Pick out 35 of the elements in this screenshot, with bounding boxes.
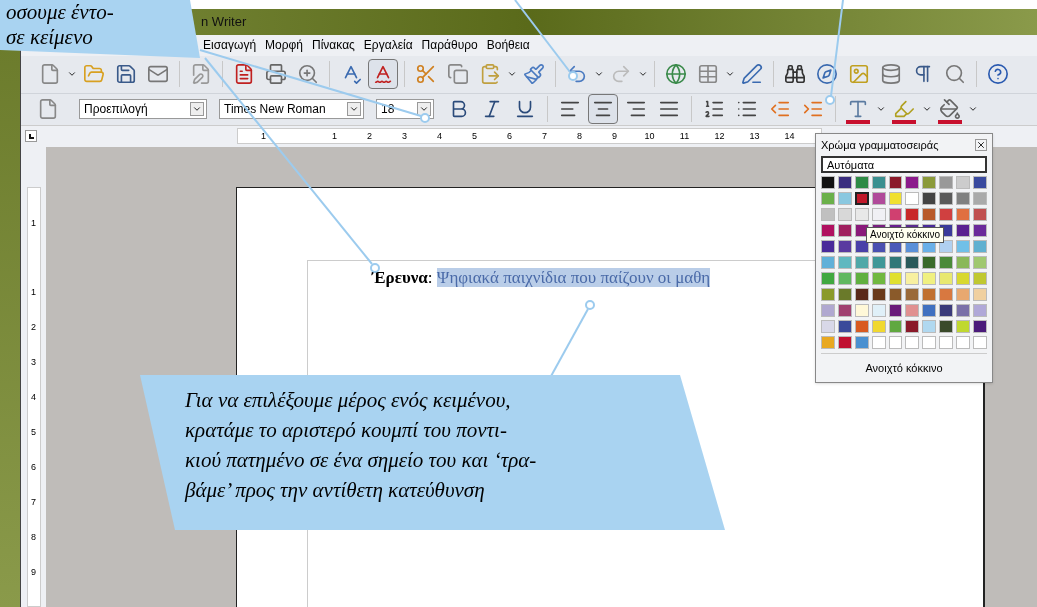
ruler-number: 8 bbox=[31, 532, 36, 543]
ruler-number: 1 bbox=[331, 129, 338, 143]
ruler-number: 12 bbox=[714, 129, 725, 143]
ruler-number: 3 bbox=[31, 357, 36, 368]
ruler-number: 4 bbox=[31, 392, 36, 403]
ruler-number: 7 bbox=[541, 129, 548, 143]
callout-text: βάμε’ προς την αντίθετη κατεύθυνση bbox=[185, 477, 486, 504]
ruler-number: 3 bbox=[401, 129, 408, 143]
callout-text: οσουμε έντο- bbox=[6, 0, 115, 25]
selected-color-name: Ανοιχτό κόκκινο bbox=[865, 360, 943, 376]
ruler-number: 2 bbox=[31, 322, 36, 333]
callout-text: κιού πατημένο σε ένα σημείο του και ‘τρα- bbox=[185, 447, 538, 474]
callout-text: κρατάμε το αριστερό κουμπί του ποντι- bbox=[185, 417, 508, 444]
ruler-number: 1 bbox=[260, 129, 267, 143]
ruler-number: 5 bbox=[471, 129, 478, 143]
callout-text: σε κείμενο bbox=[6, 25, 94, 50]
ruler-number: 6 bbox=[506, 129, 513, 143]
ruler-number: 14 bbox=[784, 129, 795, 143]
ruler-number: 6 bbox=[31, 462, 36, 473]
ruler-number: 9 bbox=[31, 567, 36, 578]
ruler-number: 13 bbox=[749, 129, 760, 143]
ruler-number: 2 bbox=[366, 129, 373, 143]
popup-title: Χρώμα γραμματοσειράς bbox=[821, 137, 939, 153]
window-title: n Writer bbox=[201, 13, 247, 32]
ruler-number: 9 bbox=[611, 129, 618, 143]
ruler-number: 7 bbox=[31, 497, 36, 508]
ruler-number: 5 bbox=[31, 427, 36, 438]
ruler-number: 11 bbox=[679, 129, 690, 143]
ruler-number: 1 bbox=[31, 218, 36, 229]
callout-text: Για να επιλέξουμε μέρος ενός κειμένου, bbox=[185, 387, 512, 414]
ruler-number: 4 bbox=[436, 129, 443, 143]
ruler-number: 10 bbox=[644, 129, 655, 143]
ruler-number: 8 bbox=[576, 129, 583, 143]
tooltip: Ανοιχτό κόκκινο bbox=[866, 227, 945, 243]
ruler-number: 1 bbox=[31, 287, 36, 298]
